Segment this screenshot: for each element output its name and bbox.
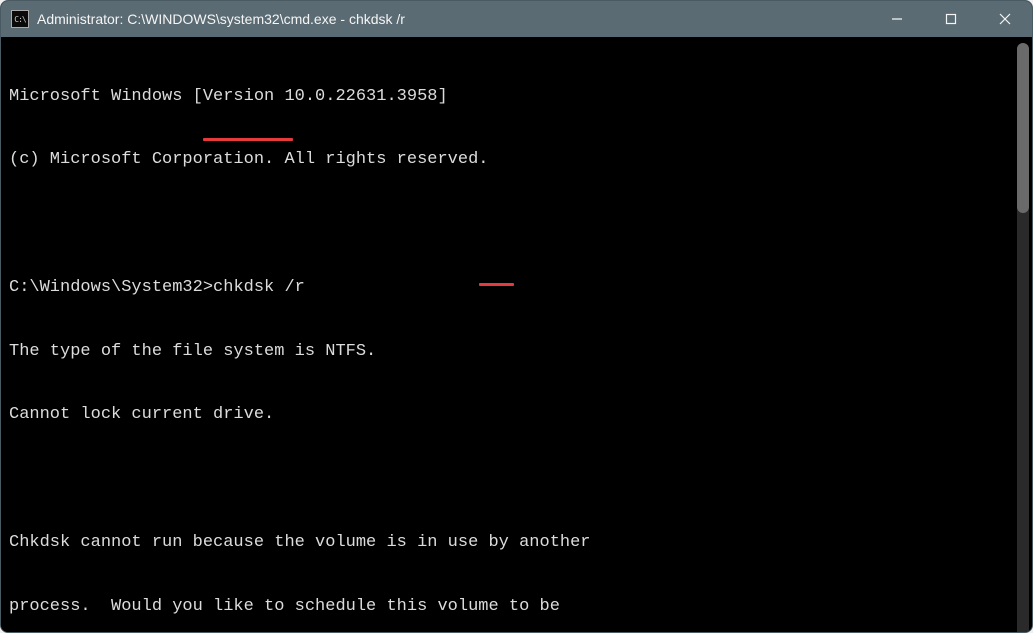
prompt-line: C:\Windows\System32>chkdsk /r [9, 277, 1024, 298]
terminal-body[interactable]: Microsoft Windows [Version 10.0.22631.39… [1, 37, 1032, 632]
window-controls [870, 1, 1032, 37]
scrollbar-track[interactable] [1017, 43, 1029, 632]
output-line: process. Would you like to schedule this… [9, 596, 1024, 617]
output-line: (c) Microsoft Corporation. All rights re… [9, 149, 1024, 170]
cmd-window: C:\ Administrator: C:\WINDOWS\system32\c… [0, 0, 1033, 633]
cmd-icon: C:\ [11, 10, 29, 28]
output-line: Chkdsk cannot run because the volume is … [9, 532, 1024, 553]
prompt-path: C:\Windows\System32> [9, 278, 213, 297]
blank-line [9, 213, 1024, 234]
close-icon [999, 13, 1011, 25]
minimize-button[interactable] [870, 1, 924, 37]
annotation-underline [479, 283, 514, 286]
terminal-output: Microsoft Windows [Version 10.0.22631.39… [1, 37, 1032, 632]
maximize-button[interactable] [924, 1, 978, 37]
blank-line [9, 468, 1024, 489]
annotation-underline [203, 138, 293, 141]
typed-command: chkdsk /r [213, 278, 305, 297]
minimize-icon [891, 13, 903, 25]
close-button[interactable] [978, 1, 1032, 37]
output-line: Microsoft Windows [Version 10.0.22631.39… [9, 86, 1024, 107]
titlebar[interactable]: C:\ Administrator: C:\WINDOWS\system32\c… [1, 1, 1032, 37]
output-line: Cannot lock current drive. [9, 404, 1024, 425]
output-line: The type of the file system is NTFS. [9, 341, 1024, 362]
scrollbar-thumb[interactable] [1017, 43, 1029, 213]
window-title: Administrator: C:\WINDOWS\system32\cmd.e… [37, 11, 405, 27]
maximize-icon [945, 13, 957, 25]
